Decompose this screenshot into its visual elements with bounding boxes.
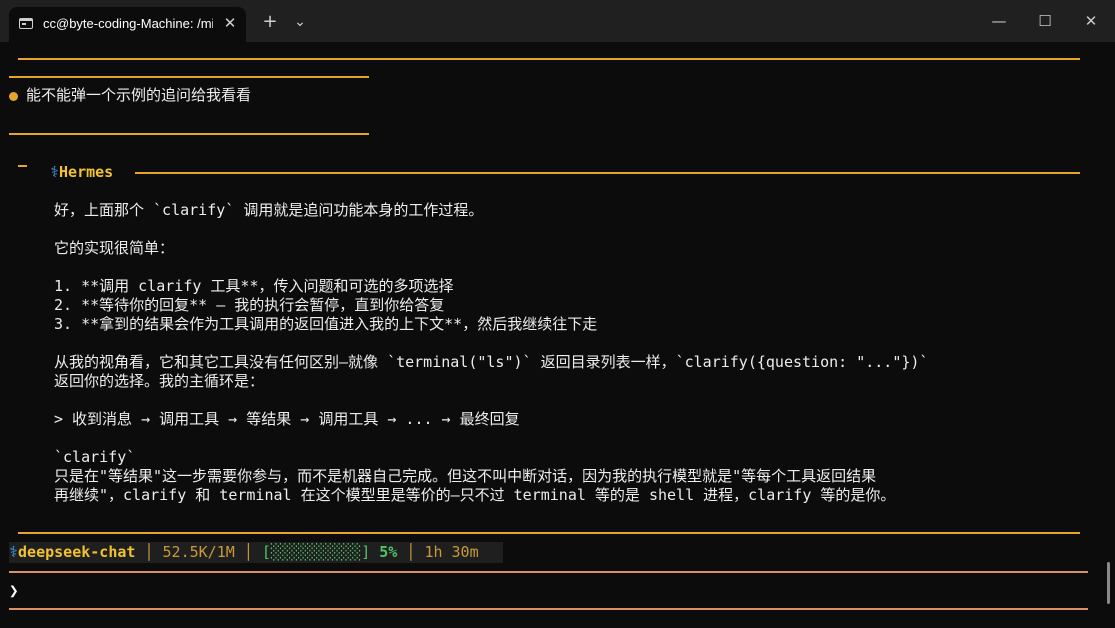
caduceus-icon: ⚕ [50, 163, 60, 181]
assistant-name: Hermes [59, 163, 114, 181]
prompt-top-rule [9, 571, 1088, 573]
status-separator: │ [243, 543, 253, 561]
context-progress-bar: [░░░░░░░░░░] [261, 543, 371, 561]
session-duration: 1h 30m [424, 543, 479, 561]
tab-title: cc@byte-coding-Machine: /mi [43, 16, 213, 31]
caduceus-icon: ⚕ [9, 543, 19, 561]
prompt-bottom-rule [9, 608, 1088, 610]
close-window-button[interactable]: ✕ [1071, 8, 1111, 34]
response-line: 只是在"等结果"这一步需要你参与，而不是机器自己完成。但这不叫中断对话，因为我的… [54, 467, 877, 485]
divider [18, 58, 1080, 60]
tab-dropdown-chevron-down-icon[interactable]: ⌄ [288, 10, 312, 34]
title-bar: cc@byte-coding-Machine: /mi ✕ + ⌄ — ☐ ✕ [0, 0, 1115, 42]
status-bar: ⚕deepseek-chat │ 52.5K/1M │ [░░░░░░░░░░]… [9, 542, 503, 563]
response-line: 再继续"，clarify 和 terminal 在这个模型里是等价的—只不过 t… [54, 486, 896, 504]
response-line: 1. **调用 clarify 工具**，传入问题和可选的多项选择 [54, 277, 454, 295]
assistant-header: ⚕Hermes [50, 163, 113, 182]
minimize-button[interactable]: — [979, 8, 1019, 34]
response-line: 它的实现很简单： [54, 239, 175, 257]
response-line: 好，上面那个 `clarify` 调用就是追问功能本身的工作过程。 [54, 201, 484, 219]
user-message: 能不能弹一个示例的追问给我看看 [26, 86, 252, 104]
status-separator: │ [144, 543, 154, 561]
divider [18, 532, 1080, 534]
prompt-chevron-icon: ❯ [9, 581, 19, 600]
token-count: 52.5K/1M [162, 543, 235, 561]
model-name: deepseek-chat [18, 543, 136, 561]
user-message-top-rule [9, 76, 369, 78]
response-line: 返回你的选择。我的主循环是： [54, 372, 265, 390]
divider [18, 165, 27, 167]
terminal-content[interactable]: 能不能弹一个示例的追问给我看看 ⚕Hermes 好，上面那个 `clarify`… [0, 42, 1115, 628]
response-line: 3. **拿到的结果会作为工具调用的返回值进入我的上下文**，然后我继续往下走 [54, 315, 598, 333]
tab-close-icon[interactable]: ✕ [221, 14, 239, 32]
terminal-tab[interactable]: cc@byte-coding-Machine: /mi ✕ [9, 7, 246, 42]
terminal-icon [19, 18, 33, 29]
response-line: 从我的视角看，它和其它工具没有任何区别—就像 `terminal("ls")` … [54, 353, 929, 371]
user-bullet-icon [9, 92, 18, 101]
divider [135, 172, 1080, 174]
context-percent: 5% [379, 543, 398, 561]
status-separator: │ [406, 543, 416, 561]
new-tab-button[interactable]: + [258, 10, 282, 34]
response-line: 2. **等待你的回复** — 我的执行会暂停，直到你给答复 [54, 296, 445, 314]
scrollbar[interactable] [1107, 562, 1110, 604]
response-line: `clarify` [54, 448, 136, 466]
response-line: > 收到消息 → 调用工具 → 等结果 → 调用工具 → ... → 最终回复 [54, 410, 520, 428]
maximize-button[interactable]: ☐ [1025, 8, 1065, 34]
user-message-bottom-rule [9, 133, 369, 135]
